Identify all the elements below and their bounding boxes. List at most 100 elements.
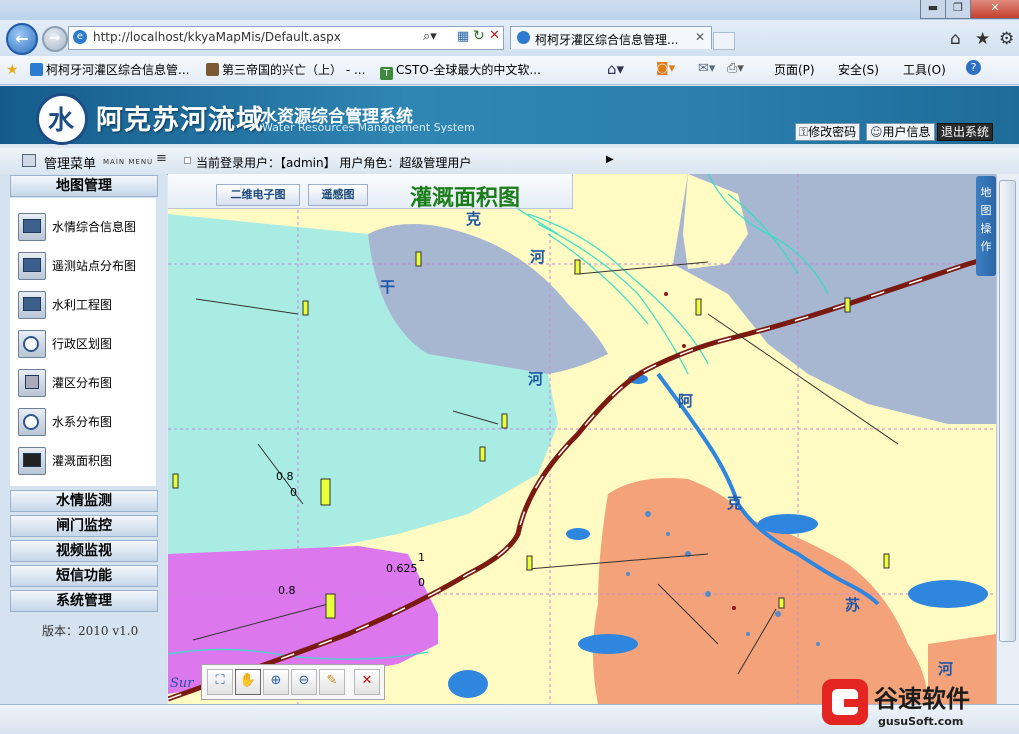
app-title: 阿克苏河流域 (96, 105, 264, 136)
menu-item-water-info[interactable]: 水情综合信息图 (18, 213, 153, 241)
minimize-button[interactable]: ▬ (920, 0, 946, 19)
compat-view-icon[interactable]: ▦ (457, 29, 469, 44)
tab-title: 柯柯牙灌区综合信息管理... (535, 33, 679, 47)
rss-feed-icon[interactable]: ◙▾ (656, 61, 675, 76)
map-operations-button[interactable]: 地图操作 (976, 176, 996, 276)
tools-menu[interactable]: 工具(O) (903, 61, 946, 79)
tab-remote-sensing[interactable]: 遥感图 (308, 184, 368, 206)
user-info-button[interactable]: ☺用户信息 (866, 123, 935, 141)
home-menu-icon[interactable]: ⌂▾ (607, 60, 624, 78)
menu-panel-icon (22, 154, 36, 167)
browser-tab[interactable]: 柯柯牙灌区综合信息管理... ✕ (510, 26, 712, 49)
app-subtitle-en: Water Resources Management System (262, 121, 475, 134)
full-extent-icon[interactable]: ⛶ (207, 669, 233, 695)
print-icon[interactable]: ⎙▾ (727, 61, 744, 76)
cylinder-icon (18, 369, 46, 397)
map-label: 苏 (845, 596, 861, 614)
ie-page-icon: e (73, 30, 87, 44)
close-window-button[interactable]: ✕ (970, 0, 1019, 19)
watermark-brand: 谷速软件 (874, 685, 970, 713)
tab-favicon (517, 31, 530, 44)
eraser-icon[interactable]: ✎ (319, 669, 345, 695)
watermark-logo: 谷速软件 gusuSoft.com (818, 675, 1019, 733)
clear-close-icon[interactable]: ✕ (354, 669, 380, 695)
settings-gear-icon[interactable]: ⚙ (999, 29, 1014, 49)
map-screen-icon (18, 213, 46, 241)
key-icon: ⚿ (799, 125, 809, 139)
change-password-button[interactable]: ⚿修改密码 (795, 123, 861, 141)
gauge-value: 1 (418, 551, 425, 564)
page-menu[interactable]: 页面(P) (774, 61, 815, 79)
gauge-value: 0.8 (278, 584, 296, 597)
tab-2d-map[interactable]: 二维电子图 (216, 184, 300, 206)
menu-item-admin-divisions[interactable]: 行政区划图 (18, 330, 153, 358)
map-label: 干 (380, 278, 396, 296)
map-toolbar: ⛶ ✋ ⊕ ⊖ ✎ ✕ (201, 664, 385, 700)
section-map-management[interactable]: 地图管理 (10, 175, 158, 197)
stop-icon[interactable]: ✕ (489, 28, 500, 43)
favorite-link-3[interactable]: T CSTO-全球最大的中文软... (380, 61, 541, 80)
map-canvas[interactable]: 克 河 干 河 阿 克 苏 河 0.8 0.625 0.8 1 0 0 Sur (168, 174, 996, 704)
map-corner-text: Sur (170, 676, 194, 691)
ie-page-icon (30, 63, 43, 76)
section-system-management[interactable]: 系统管理 (10, 590, 158, 612)
help-icon[interactable]: ? (966, 60, 981, 75)
search-icon[interactable]: ⌕▾ (423, 29, 437, 44)
map-label: 阿 (678, 392, 694, 410)
water-logo: 水 (36, 93, 88, 145)
home-icon[interactable]: ⌂ (950, 29, 961, 49)
zoom-out-icon[interactable]: ⊖ (291, 669, 317, 695)
browser-titlebar (0, 0, 1019, 20)
maximize-button[interactable]: ❐ (945, 0, 971, 19)
map-label: 河 (530, 248, 546, 266)
favorite-link-2[interactable]: 第三帝国的兴亡（上） - ... (206, 61, 365, 79)
map-label: 河 (528, 370, 544, 388)
magnifier-icon (18, 330, 46, 358)
section-video-monitoring[interactable]: 视频监视 (10, 540, 158, 562)
gauge-value: 0.8 (276, 470, 294, 483)
terminal-icon (18, 447, 46, 475)
menu-item-irrigation-districts[interactable]: 灌区分布图 (18, 369, 153, 397)
watermark-site: gusuSoft.com (878, 715, 964, 728)
map-label: 克 (727, 494, 743, 512)
favorites-star-icon[interactable]: ★ (975, 29, 990, 49)
mail-icon[interactable]: ✉▾ (698, 61, 715, 76)
logout-button[interactable]: 退出系统 (937, 123, 994, 141)
forward-button[interactable]: → (42, 26, 68, 52)
expand-arrow-icon[interactable]: ▶ (606, 154, 614, 165)
scrollbar-thumb[interactable] (999, 180, 1016, 642)
gauge-value: 0 (418, 576, 425, 589)
menu-collapse-icon[interactable]: ≡ (156, 151, 167, 166)
menu-title: 管理菜单 (44, 157, 97, 172)
menu-item-telemetry-stations[interactable]: 遥测站点分布图 (18, 252, 153, 280)
menu-item-irrigation-area[interactable]: 灌溉面积图 (18, 447, 153, 475)
url-text: http://localhost/kkyaMapMis/Default.aspx (93, 30, 341, 44)
safety-menu[interactable]: 安全(S) (838, 61, 879, 79)
section-water-monitoring[interactable]: 水情监测 (10, 490, 158, 512)
url-field[interactable]: e http://localhost/kkyaMapMis/Default.as… (68, 26, 504, 50)
tab-close-icon[interactable]: ✕ (695, 30, 705, 44)
map-screen-icon (18, 291, 46, 319)
menu-item-hydraulic-works[interactable]: 水利工程图 (18, 291, 153, 319)
book-icon (206, 63, 219, 76)
magnifier-icon (18, 408, 46, 436)
refresh-icon[interactable]: ↻ (473, 28, 485, 44)
brand-g-icon (822, 679, 868, 725)
zoom-in-icon[interactable]: ⊕ (263, 669, 289, 695)
bullet-icon (184, 157, 191, 164)
gauge-value: 0 (290, 486, 297, 499)
map-screen-icon (18, 252, 46, 280)
favorites-icon[interactable]: ★ (6, 62, 19, 78)
user-icon: ☺ (870, 125, 883, 139)
back-button[interactable]: ← (6, 23, 38, 55)
menu-title-en: MAIN MENU (103, 158, 154, 166)
favorite-link-1[interactable]: 柯柯牙河灌区综合信息管... (30, 61, 189, 79)
map-title: 灌溉面积图 (410, 185, 521, 211)
version-text: 版本：2010 v1.0 (42, 624, 139, 638)
csto-icon: T (380, 67, 393, 80)
pan-hand-icon[interactable]: ✋ (235, 669, 261, 695)
menu-item-water-systems[interactable]: 水系分布图 (18, 408, 153, 436)
section-gate-monitoring[interactable]: 闸门监控 (10, 515, 158, 537)
section-sms[interactable]: 短信功能 (10, 565, 158, 587)
new-tab-button[interactable] (713, 32, 735, 50)
